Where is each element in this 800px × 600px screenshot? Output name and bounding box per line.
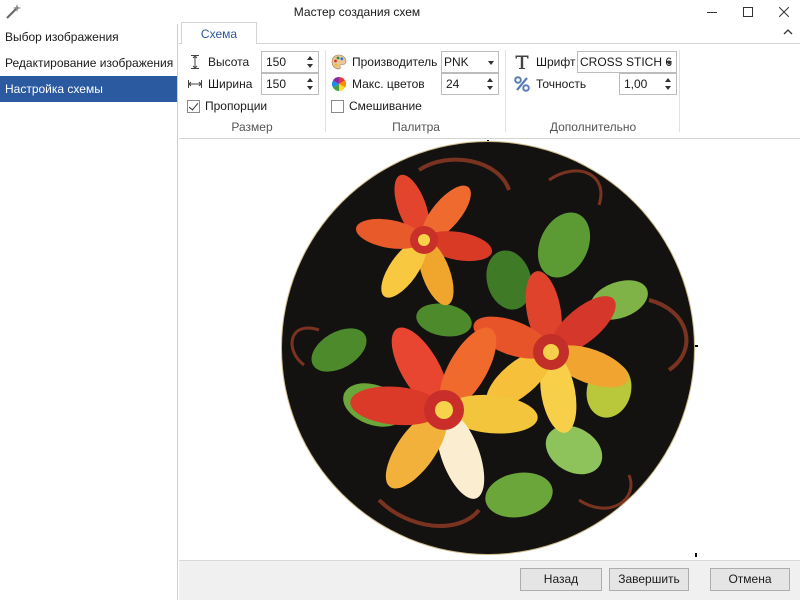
minimize-button[interactable] bbox=[694, 0, 730, 24]
palette-group-label: Палитра bbox=[392, 120, 440, 134]
finish-button[interactable]: Завершить bbox=[609, 568, 689, 591]
manufacturer-label: Производитель bbox=[352, 55, 438, 69]
width-label: Ширина bbox=[208, 77, 253, 91]
mixing-checkbox[interactable] bbox=[331, 99, 344, 113]
cancel-button[interactable]: Отмена bbox=[710, 568, 790, 591]
window-title: Мастер создания схем bbox=[293, 5, 421, 19]
max-colors-row: Макс. цветов bbox=[331, 74, 425, 94]
height-icon bbox=[187, 54, 203, 70]
chevron-up-icon[interactable] bbox=[782, 26, 794, 38]
chevron-down-icon bbox=[666, 61, 672, 65]
wizard-steps-nav: Выбор изображения Редактирование изображ… bbox=[0, 24, 178, 600]
proportions-checkbox[interactable] bbox=[187, 99, 200, 113]
extra-group-label: Дополнительно bbox=[549, 120, 637, 134]
width-spinner[interactable]: 150 bbox=[261, 73, 319, 95]
height-spinner[interactable]: 150 bbox=[261, 51, 319, 73]
ribbon-tab-strip: Схема bbox=[179, 22, 800, 45]
precision-spinner[interactable]: 1,00 bbox=[619, 73, 677, 95]
palette-group: Производитель PNK Макс. цветов 24 Смешив… bbox=[327, 50, 505, 136]
mixing-label: Смешивание bbox=[349, 99, 422, 113]
close-icon bbox=[779, 7, 789, 17]
height-row: Высота bbox=[187, 52, 249, 72]
manufacturer-dropdown[interactable]: PNK bbox=[441, 51, 499, 73]
tab-scheme[interactable]: Схема bbox=[181, 22, 257, 45]
proportions-checkbox-row[interactable]: Пропорции bbox=[187, 96, 267, 116]
title-bar: Мастер создания схем bbox=[0, 0, 800, 24]
height-spinner-arrows[interactable] bbox=[304, 52, 318, 72]
size-group: Высота 150 Ширина 150 Пропорции Размер bbox=[179, 50, 325, 136]
nav-item-pattern-settings[interactable]: Настройка схемы bbox=[0, 76, 177, 102]
precision-row: Точность bbox=[513, 74, 586, 94]
precision-value: 1,00 bbox=[624, 77, 648, 91]
close-button[interactable] bbox=[766, 0, 800, 24]
font-value: CROSS STICH 6 bbox=[580, 55, 673, 69]
font-icon bbox=[513, 54, 531, 70]
font-dropdown[interactable]: CROSS STICH 6 bbox=[577, 51, 677, 73]
proportions-label: Пропорции bbox=[205, 99, 268, 113]
pattern-preview-image bbox=[281, 140, 698, 557]
size-group-label: Размер bbox=[231, 120, 273, 134]
maximize-icon bbox=[743, 7, 753, 17]
extra-group: Шрифт CROSS STICH 6 Точность 1,00 Дополн… bbox=[507, 50, 679, 136]
group-divider bbox=[325, 50, 326, 132]
width-icon bbox=[187, 76, 203, 92]
maximize-button[interactable] bbox=[730, 0, 766, 24]
height-value: 150 bbox=[266, 55, 287, 69]
font-label: Шрифт bbox=[536, 55, 576, 69]
width-spinner-arrows[interactable] bbox=[304, 74, 318, 94]
nav-item-edit-image[interactable]: Редактирование изображения bbox=[0, 50, 177, 76]
palette-icon bbox=[331, 54, 347, 70]
width-value: 150 bbox=[266, 77, 287, 91]
ribbon-panel: Высота 150 Ширина 150 Пропорции Размер П… bbox=[179, 44, 800, 139]
max-colors-label: Макс. цветов bbox=[352, 77, 425, 91]
group-divider bbox=[505, 50, 506, 132]
pattern-preview-canvas[interactable] bbox=[179, 140, 800, 560]
font-row: Шрифт bbox=[513, 52, 575, 72]
max-colors-value: 24 bbox=[446, 77, 460, 91]
minimize-icon bbox=[707, 12, 717, 13]
percent-icon bbox=[513, 76, 531, 92]
max-colors-spinner-arrows[interactable] bbox=[484, 74, 498, 94]
max-colors-spinner[interactable]: 24 bbox=[441, 73, 499, 95]
precision-spinner-arrows[interactable] bbox=[662, 74, 676, 94]
pattern-wizard-window: Мастер создания схем Выбор изображения Р… bbox=[0, 0, 800, 600]
height-label: Высота bbox=[208, 55, 250, 69]
group-divider bbox=[679, 50, 680, 132]
chevron-down-icon bbox=[488, 61, 494, 65]
nav-item-select-image[interactable]: Выбор изображения bbox=[0, 24, 177, 50]
width-row: Ширина bbox=[187, 74, 252, 94]
back-button[interactable]: Назад bbox=[520, 568, 602, 591]
precision-label: Точность bbox=[536, 77, 587, 91]
wizard-footer: Назад Завершить Отмена bbox=[179, 560, 800, 600]
manufacturer-row: Производитель bbox=[331, 52, 437, 72]
mixing-checkbox-row[interactable]: Смешивание bbox=[331, 96, 422, 116]
color-wheel-icon bbox=[331, 76, 347, 92]
manufacturer-value: PNK bbox=[444, 55, 469, 69]
